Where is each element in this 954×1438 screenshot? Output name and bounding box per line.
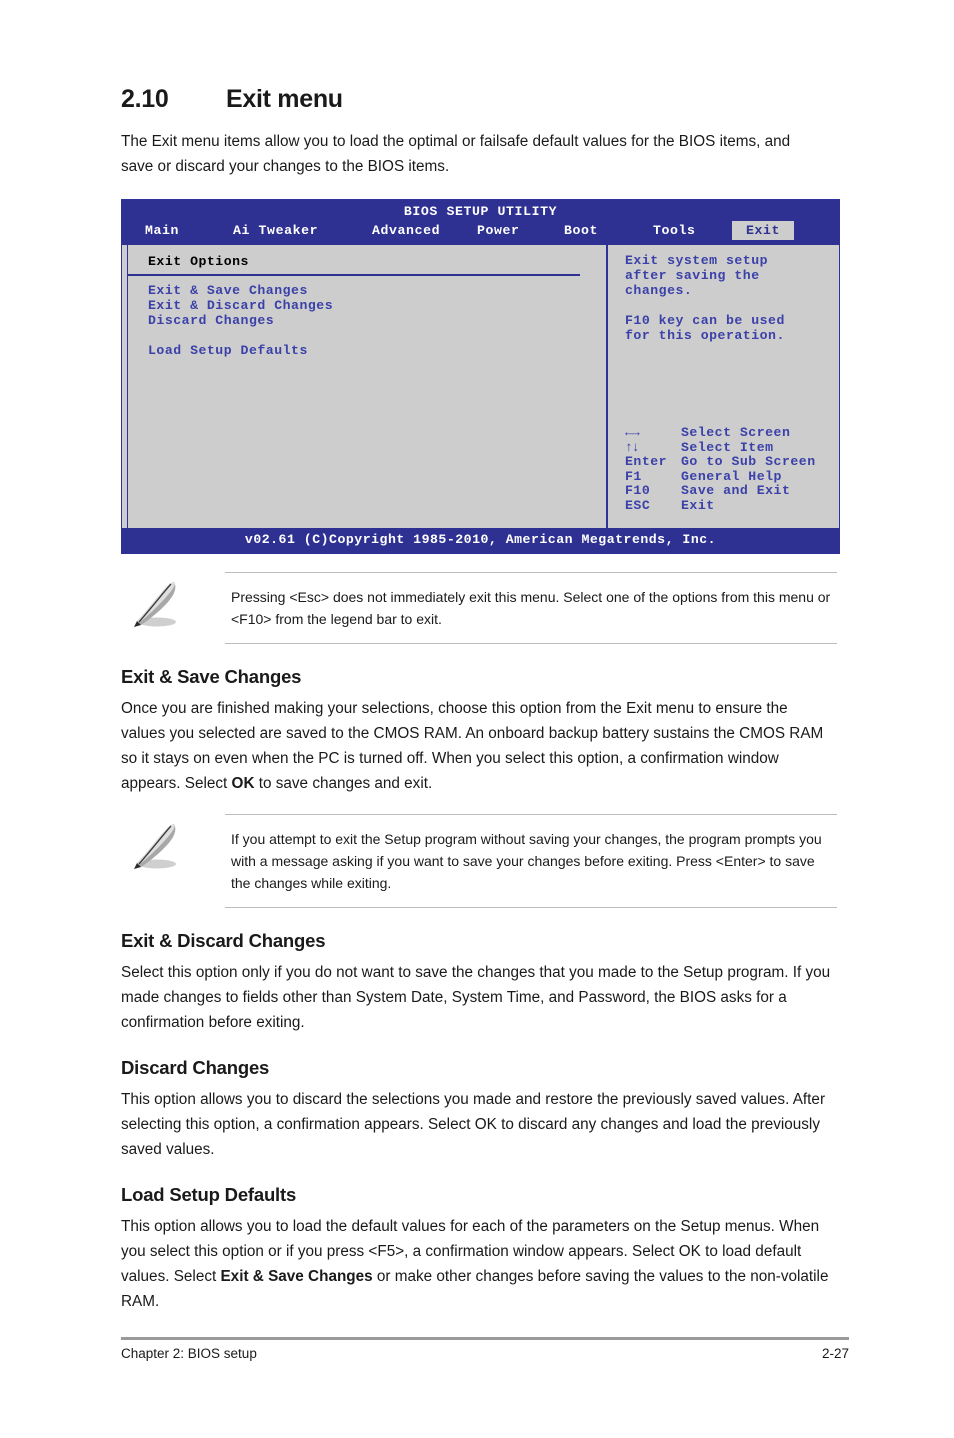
page-content: 2.10 Exit menu The Exit menu items allow… [121,0,849,1314]
bios-legend-row: ↑↓ Select Item [625,439,816,456]
bios-help-line-5: for this operation. [625,328,785,343]
bios-help-line-3: changes. [625,283,693,298]
bios-tab-advanced[interactable]: Advanced [371,221,476,240]
bios-legend-action: Select Item [681,439,774,455]
up-down-arrow-icon: ↑↓ [625,439,640,455]
bios-copyright-bar: v02.61 (C)Copyright 1985-2010, American … [122,528,839,553]
bios-panel-heading: Exit Options [148,254,249,269]
section-number: 2.10 [121,85,169,113]
bios-legend-action: Exit [681,497,715,513]
bios-help-line-4: F10 key can be used [625,313,785,328]
note-text: If you attempt to exit the Setup program… [231,831,822,891]
bios-header-bar: BIOS SETUP UTILITY Main Ai Tweaker Advan… [122,200,839,245]
bios-help-panel: Exit system setup after saving the chang… [607,245,839,528]
body-text-bold: Exit & Save Changes [220,1268,373,1285]
subsection-heading-exit-discard-changes: Exit & Discard Changes [121,930,326,951]
document-page: 2.10 Exit menu The Exit menu items allow… [0,0,954,1438]
footer-chapter-label: Chapter 2: BIOS setup [121,1346,257,1361]
bios-option-spacer [148,328,606,343]
note-body: If you attempt to exit the Setup program… [225,814,837,908]
page-title: 2.10 Exit menu [121,85,849,114]
bios-option-load-setup-defaults[interactable]: Load Setup Defaults [148,343,606,358]
bios-tab-boot[interactable]: Boot [563,221,652,240]
note-body: Pressing <Esc> does not immediately exit… [225,572,837,644]
bios-tab-exit[interactable]: Exit [732,221,795,240]
note-pencil-icon [121,572,225,644]
subsection-heading-load-setup-defaults: Load Setup Defaults [121,1184,297,1205]
note-box: Pressing <Esc> does not immediately exit… [121,572,837,644]
bios-help-line-1: Exit system setup [625,253,769,268]
subsection-body-discard-changes: This option allows you to discard the se… [121,1091,826,1158]
bios-legend-row: Enter Go to Sub Screen [625,454,816,470]
bios-help-line-2: after saving the [625,268,760,283]
bios-panel-divider [128,274,580,276]
bios-tab-tools[interactable]: Tools [652,221,732,240]
page-footer: Chapter 2: BIOS setup 2-27 [121,1346,849,1361]
subsection-body-exit-discard-changes: Select this option only if you do not wa… [121,964,831,1031]
section-title: Exit menu [226,85,343,113]
bios-option-discard-changes[interactable]: Discard Changes [148,313,606,328]
bios-legend-bar: ←→ Select Screen ↑↓ Select Item Enter Go… [625,425,816,514]
bios-utility-title: BIOS SETUP UTILITY [403,204,558,219]
subsection-body-load-setup-defaults: This option allows you to load the defau… [121,1214,835,1314]
subsection-heading-exit-save-changes: Exit & Save Changes [121,666,302,687]
bios-menu-tabs: Main Ai Tweaker Advanced Power Boot Tool… [122,221,839,240]
bios-tab-main[interactable]: Main [144,221,232,240]
bios-legend-action: Select Screen [681,425,791,440]
bios-options-panel: Exit Options Exit & Save Changes Exit & … [127,245,607,528]
bios-option-exit-save-changes[interactable]: Exit & Save Changes [148,283,606,298]
note-text: Pressing <Esc> does not immediately exit… [231,589,831,627]
bios-body: Exit Options Exit & Save Changes Exit & … [122,245,839,528]
bios-legend-action: Save and Exit [681,483,791,498]
bios-legend-row: ESC Exit [625,497,816,514]
body-text-pre: Once you are finished making your select… [121,700,824,792]
bios-legend-row: ←→ Select Screen [625,425,816,441]
bios-option-exit-discard-changes[interactable]: Exit & Discard Changes [148,298,606,313]
bios-legend-key-f1: F1 [625,468,642,484]
bios-legend-action: General Help [681,468,782,484]
subsection-heading-discard-changes: Discard Changes [121,1057,270,1078]
bios-legend-key-enter: Enter [625,454,668,469]
bios-tab-power[interactable]: Power [476,221,563,240]
bios-legend-action: Go to Sub Screen [681,454,816,469]
body-text-bold: OK [231,775,255,792]
subsection-body-exit-save-changes: Once you are finished making your select… [121,696,835,796]
left-right-arrow-icon: ←→ [625,425,640,440]
bios-legend-row: F1 General Help [625,468,816,485]
bios-legend-key-f10: F10 [625,483,651,498]
footer-page-number: 2-27 [821,1346,849,1361]
note-pencil-icon [121,814,225,908]
bios-legend-key-esc: ESC [625,497,651,513]
note-box: If you attempt to exit the Setup program… [121,814,837,908]
bios-tab-ai-tweaker[interactable]: Ai Tweaker [232,221,371,240]
bios-help-spacer [625,298,839,313]
body-text-post: to save changes and exit. [254,775,433,792]
bios-setup-screen: BIOS SETUP UTILITY Main Ai Tweaker Advan… [121,199,840,554]
section-intro-paragraph: The Exit menu items allow you to load th… [121,133,791,175]
bios-legend-row: F10 Save and Exit [625,483,816,499]
footer-divider [121,1337,849,1340]
